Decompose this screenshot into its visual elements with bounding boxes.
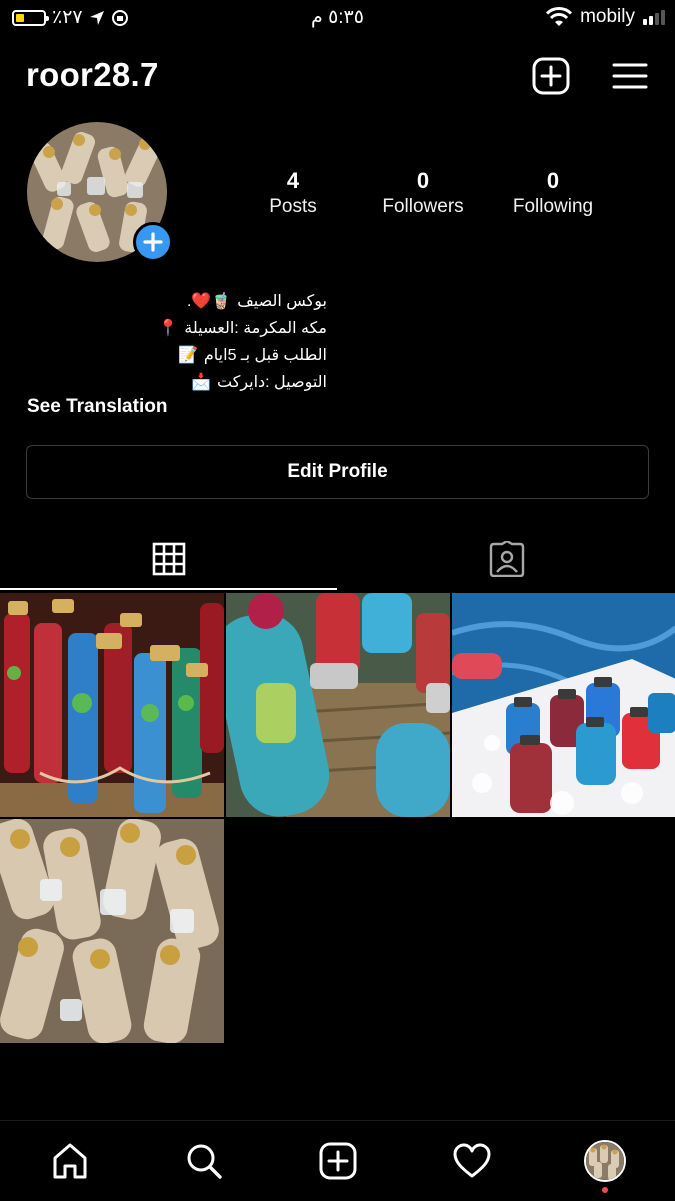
profile-header: roor28.7 xyxy=(0,52,675,98)
post-thumbnail[interactable] xyxy=(226,593,450,817)
bottom-nav xyxy=(0,1120,675,1201)
stat-value: 0 xyxy=(416,168,430,193)
profile-tabs xyxy=(0,528,675,590)
post-image xyxy=(0,593,224,817)
status-right: mobily xyxy=(546,6,665,28)
add-icon xyxy=(319,1142,357,1180)
stat-value: 0 xyxy=(546,168,560,193)
bio-line: الطلب قبل بـ 5ايام 📝 xyxy=(27,342,327,369)
bio-line: التوصيل :دايركت 📩 xyxy=(27,369,327,396)
bio-text: التوصيل :دايركت xyxy=(216,374,327,391)
post-thumbnail[interactable] xyxy=(0,819,224,1043)
bio-emoji: 🧋❤️. xyxy=(186,293,232,310)
bio-emoji: 📝 xyxy=(177,347,198,364)
avatar-image xyxy=(586,1142,624,1180)
activity-heart-icon xyxy=(453,1143,491,1178)
search-icon xyxy=(187,1144,222,1179)
post-image xyxy=(0,819,224,1043)
edit-profile-button[interactable]: Edit Profile xyxy=(26,445,649,499)
home-icon xyxy=(53,1143,87,1179)
notification-dot xyxy=(602,1187,608,1193)
bio-line: بوكس الصيف 🧋❤️. xyxy=(27,288,327,315)
carrier-name: mobily xyxy=(580,6,635,27)
bio-text: الطلب قبل بـ 5ايام xyxy=(203,347,327,364)
add-story-button[interactable] xyxy=(133,222,173,262)
tab-active-indicator xyxy=(0,588,337,590)
stat-label: Following xyxy=(512,196,594,217)
menu-icon[interactable] xyxy=(610,56,650,96)
profile-bio: بوكس الصيف 🧋❤️. مكه المكرمة :العسيلة 📍 ا… xyxy=(27,288,327,396)
new-post-icon[interactable] xyxy=(531,56,571,96)
plus-icon xyxy=(143,232,163,252)
post-image xyxy=(452,593,675,817)
profile-avatar-wrap[interactable] xyxy=(27,122,173,262)
post-thumbnail[interactable] xyxy=(452,593,675,817)
bio-emoji: 📍 xyxy=(158,320,179,337)
stat-label: Followers xyxy=(382,196,464,217)
bio-emoji: 📩 xyxy=(191,374,211,391)
tab-grid[interactable] xyxy=(0,528,337,590)
stat-label: Posts xyxy=(269,196,317,217)
status-bar: ٪٢٧ ٥:٣٥ م mobily xyxy=(0,0,675,36)
post-thumbnail[interactable] xyxy=(0,593,224,817)
profile-stats: 4 Posts 0 Followers 0 Following xyxy=(228,168,618,220)
nav-add[interactable] xyxy=(316,1139,360,1183)
bio-line: مكه المكرمة :العسيلة 📍 xyxy=(27,315,327,342)
signal-icon xyxy=(643,9,665,25)
stat-value: 4 xyxy=(286,168,300,193)
nav-profile[interactable] xyxy=(583,1139,627,1183)
stat-following[interactable]: 0 Following xyxy=(488,168,618,220)
tagged-icon xyxy=(489,541,524,577)
bio-text: مكه المكرمة :العسيلة xyxy=(184,320,327,337)
username[interactable]: roor28.7 xyxy=(26,56,159,94)
profile-avatar-small xyxy=(584,1140,626,1182)
stat-followers[interactable]: 0 Followers xyxy=(358,168,488,220)
post-image xyxy=(226,593,450,817)
nav-search[interactable] xyxy=(182,1139,226,1183)
nav-activity[interactable] xyxy=(450,1139,494,1183)
bio-text: بوكس الصيف xyxy=(237,293,327,310)
grid-icon xyxy=(152,542,185,576)
wifi-icon xyxy=(546,7,573,26)
nav-home[interactable] xyxy=(48,1139,92,1183)
stat-posts[interactable]: 4 Posts xyxy=(228,168,358,220)
see-translation-link[interactable]: See Translation xyxy=(27,396,167,418)
tab-tagged[interactable] xyxy=(338,528,675,590)
